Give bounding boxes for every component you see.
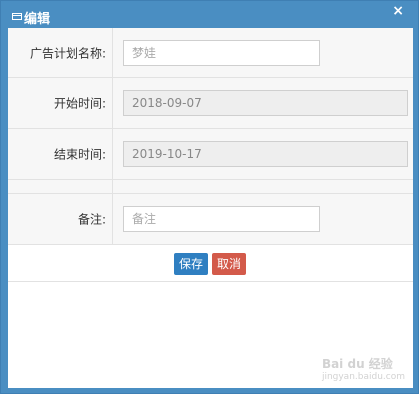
form-row-remark: 备注: [8, 194, 413, 245]
plan-name-label: 广告计划名称: [29, 46, 106, 60]
end-time-label: 结束时间: [53, 147, 106, 162]
dialog-titlebar[interactable]: 编辑 × [1, 1, 418, 28]
close-icon[interactable]: × [392, 3, 404, 19]
watermark: Bai du 经验 jingyan.baidu.com [322, 355, 405, 382]
cancel-button[interactable]: 取消 [212, 253, 247, 275]
edit-dialog: 编辑 × 广告计划名称: 开始时间: 结束时间: [0, 0, 419, 394]
form-actions: 保存 取消 [8, 245, 413, 282]
start-time-field [123, 90, 408, 116]
remark-label: 备注: [77, 212, 106, 227]
watermark-url: jingyan.baidu.com [321, 372, 405, 382]
start-time-label: 开始时间: [53, 96, 106, 111]
remark-input[interactable] [123, 206, 320, 232]
form-row-start-time: 开始时间: [8, 78, 413, 129]
form-row-spacer [8, 180, 413, 194]
dialog-body: 广告计划名称: 开始时间: 结束时间: [8, 28, 413, 388]
dialog-title: 编辑 [24, 12, 51, 27]
save-button[interactable]: 保存 [174, 253, 209, 275]
window-icon [12, 13, 22, 20]
watermark-brand: Bai du 经验 [321, 357, 393, 371]
plan-name-input[interactable] [123, 39, 320, 66]
end-time-field [123, 141, 408, 167]
form-row-end-time: 结束时间: [8, 129, 413, 180]
form-row-plan-name: 广告计划名称: [8, 28, 413, 78]
